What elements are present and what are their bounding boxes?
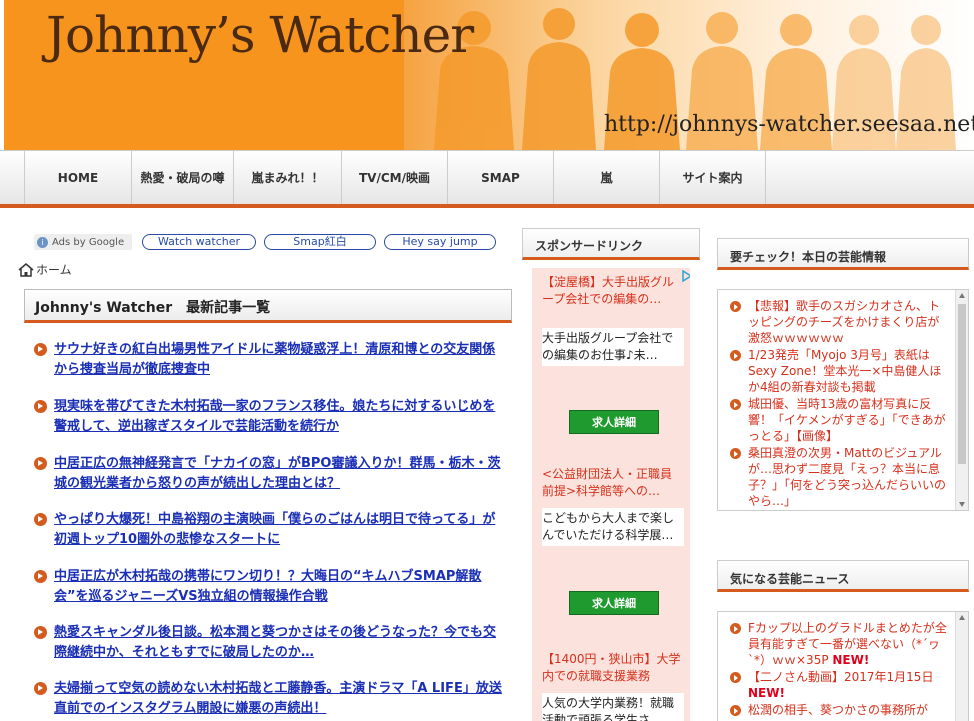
sponsor-ad-box: 【淀屋橋】大手出版グループ会社での編集の… 大手出版グループ会社での編集のお仕事… bbox=[532, 268, 690, 721]
arrow-bullet-icon bbox=[730, 350, 741, 361]
latest-articles-heading: Johnny's Watcher 最新記事一覧 bbox=[24, 289, 512, 323]
breadcrumb: ホーム bbox=[18, 261, 72, 278]
ads-by-google-text: Ads by Google bbox=[52, 236, 125, 248]
main-nav: HOME 熱愛・破局の噂 嵐まみれ！！ TV/CM/映画 SMAP 嵐 サイト案… bbox=[0, 150, 974, 208]
nav-arashi-mamire[interactable]: 嵐まみれ！！ bbox=[234, 151, 342, 204]
new-badge: NEW! bbox=[832, 653, 870, 667]
article-link[interactable]: 熱愛スキャンダル後日談。松本潤と葵つかさはその後どうなった？今でも交際継続中か、… bbox=[54, 623, 504, 663]
arrow-bullet-icon bbox=[730, 623, 741, 634]
ad-body: こどもから大人まで楽しんでいただける科学展… bbox=[542, 508, 684, 546]
ad-body: 人気の大学内業務！就職活動で頑張る学生さ… bbox=[542, 693, 684, 721]
news-link[interactable]: 桑田真澄の次男・Mattのビジュアルが…思わず二度見「えっ？本当に息子？」「何を… bbox=[748, 445, 948, 509]
arrow-bullet-icon bbox=[34, 513, 47, 526]
arrow-bullet-icon bbox=[730, 448, 741, 459]
nav-smap[interactable]: SMAP bbox=[448, 151, 554, 204]
news-link[interactable]: Fカップ以上のグラドルまとめたが全員有能すぎて一番が選べない（*´ヮ`*）ｗｗ×… bbox=[748, 620, 948, 668]
nav-home[interactable]: HOME bbox=[24, 151, 132, 204]
new-badge: NEW! bbox=[748, 686, 785, 700]
arrow-bullet-icon bbox=[730, 399, 741, 410]
ad-link-watch-watcher[interactable]: Watch watcher bbox=[142, 234, 256, 250]
scrollbar-thumb[interactable] bbox=[958, 304, 966, 464]
job-detail-button[interactable]: 求人詳細 bbox=[569, 591, 659, 615]
news-link-text: 【二ノさん動画】2017年1月15日 bbox=[748, 670, 934, 684]
breadcrumb-home-link[interactable]: ホーム bbox=[36, 261, 72, 278]
arrow-bullet-icon bbox=[34, 570, 47, 583]
scrollbar[interactable] bbox=[955, 612, 968, 721]
nav-arashi[interactable]: 嵐 bbox=[554, 151, 660, 204]
news-link[interactable]: 1/23発売「Myojo 3月号」表紙はSexy Zone！堂本光一×中島健人ほ… bbox=[748, 347, 948, 395]
article-link[interactable]: 中居正広が木村拓哉の携帯にワン切り！？大晦日の“キムハブSMAP解散会”を巡るジ… bbox=[54, 567, 504, 607]
ad-link-hey-say-jump[interactable]: Hey say jump bbox=[384, 234, 496, 250]
news-link[interactable]: 松潤の相手、葵つかさの事務所が bbox=[748, 702, 948, 718]
ad-title[interactable]: <公益財団法人・正職員前提>科学館等への… bbox=[542, 466, 684, 500]
news-link[interactable]: 城田優、当時13歳の富材写真に反響！「イケメンがすぎる」「できあがっとる」【画像… bbox=[748, 396, 948, 444]
ad-title[interactable]: 【1400円・狭山市】大学内での就職支援業務 bbox=[542, 651, 684, 685]
sponsor-column: スポンサードリンク 【淀屋橋】大手出版グループ会社での編集の… 大手出版グループ… bbox=[522, 228, 700, 721]
sponsor-ad[interactable]: 【1400円・狭山市】大学内での就職支援業務 人気の大学内業務！就職活動で頑張る… bbox=[532, 645, 690, 721]
article-link[interactable]: 現実味を帯びてきた木村拓哉一家のフランス移住。娘たちに対するいじめを警戒して、逆… bbox=[54, 397, 504, 437]
entertainment-news-box: Fカップ以上のグラドルまとめたが全員有能すぎて一番が選べない（*´ヮ`*）ｗｗ×… bbox=[717, 611, 969, 721]
article-link[interactable]: やっぱり大爆死！中島裕翔の主演映画「僕らのごはんは明日で待ってる」が初週トップ1… bbox=[54, 510, 504, 550]
arrow-bullet-icon bbox=[730, 705, 741, 716]
ads-by-google-label[interactable]: i Ads by Google bbox=[34, 234, 132, 250]
arrow-bullet-icon bbox=[730, 301, 741, 312]
scroll-up-icon[interactable] bbox=[959, 293, 965, 298]
ad-body: 大手出版グループ会社での編集のお仕事♪未… bbox=[542, 328, 684, 366]
site-header[interactable]: Johnny’s Watcher http://johnnys-watcher.… bbox=[0, 0, 974, 150]
article-link[interactable]: サウナ好きの紅白出場男性アイドルに薬物疑惑浮上！清原和博との交友関係から捜査当局… bbox=[54, 340, 504, 380]
sponsor-heading: スポンサードリンク bbox=[522, 228, 700, 260]
ad-link-smap-kouhaku[interactable]: Smap紅白 bbox=[264, 234, 376, 250]
arrow-bullet-icon bbox=[34, 682, 47, 695]
site-title[interactable]: Johnny’s Watcher bbox=[46, 6, 474, 64]
nav-site-guide[interactable]: サイト案内 bbox=[660, 151, 766, 204]
arrow-bullet-icon bbox=[34, 343, 47, 356]
article-link[interactable]: 中居正広の無神経発言で「ナカイの窓」がBPO審議入りか！群馬・栃木・茨城の観光業… bbox=[54, 454, 504, 494]
news-link[interactable]: 【二ノさん動画】2017年1月15日 NEW! bbox=[748, 669, 948, 701]
arrow-bullet-icon bbox=[730, 672, 741, 683]
scroll-down-icon[interactable] bbox=[959, 502, 965, 507]
nav-romance-rumors[interactable]: 熱愛・破局の噂 bbox=[132, 151, 234, 204]
site-url: http://johnnys-watcher.seesaa.net/ bbox=[604, 112, 974, 137]
scrollbar[interactable] bbox=[955, 290, 968, 510]
page: Johnny’s Watcher http://johnnys-watcher.… bbox=[0, 0, 974, 721]
home-icon bbox=[18, 262, 34, 277]
article-link[interactable]: 夫婦揃って空気の読めない木村拓哉と工藤静香。主演ドラマ「A LIFE」放送直前で… bbox=[54, 679, 504, 719]
sponsor-ad[interactable]: 【淀屋橋】大手出版グループ会社での編集の… 大手出版グループ会社での編集のお仕事… bbox=[532, 268, 690, 438]
arrow-bullet-icon bbox=[34, 400, 47, 413]
nav-tv-cm-movie[interactable]: TV/CM/映画 bbox=[342, 151, 448, 204]
entertainment-news-heading: 気になる芸能ニュース bbox=[717, 560, 969, 592]
arrow-bullet-icon bbox=[34, 457, 47, 470]
info-icon: i bbox=[37, 236, 48, 248]
arrow-bullet-icon bbox=[34, 626, 47, 639]
sponsor-ad[interactable]: <公益財団法人・正職員前提>科学館等への… こどもから大人まで楽しんでいただける… bbox=[532, 460, 690, 630]
job-detail-button[interactable]: 求人詳細 bbox=[569, 410, 659, 434]
scroll-up-icon[interactable] bbox=[959, 615, 965, 620]
news-link[interactable]: 【悲報】歌手のスガシカオさん、トッピングのチーズをかけまくり店が激怒ｗｗｗｗｗｗ bbox=[748, 298, 948, 346]
today-entertainment-heading: 要チェック！本日の芸能情報 bbox=[717, 238, 969, 270]
today-entertainment-box: 【悲報】歌手のスガシカオさん、トッピングのチーズをかけまくり店が激怒ｗｗｗｗｗｗ… bbox=[717, 289, 969, 511]
ad-title[interactable]: 【淀屋橋】大手出版グループ会社での編集の… bbox=[542, 274, 684, 308]
